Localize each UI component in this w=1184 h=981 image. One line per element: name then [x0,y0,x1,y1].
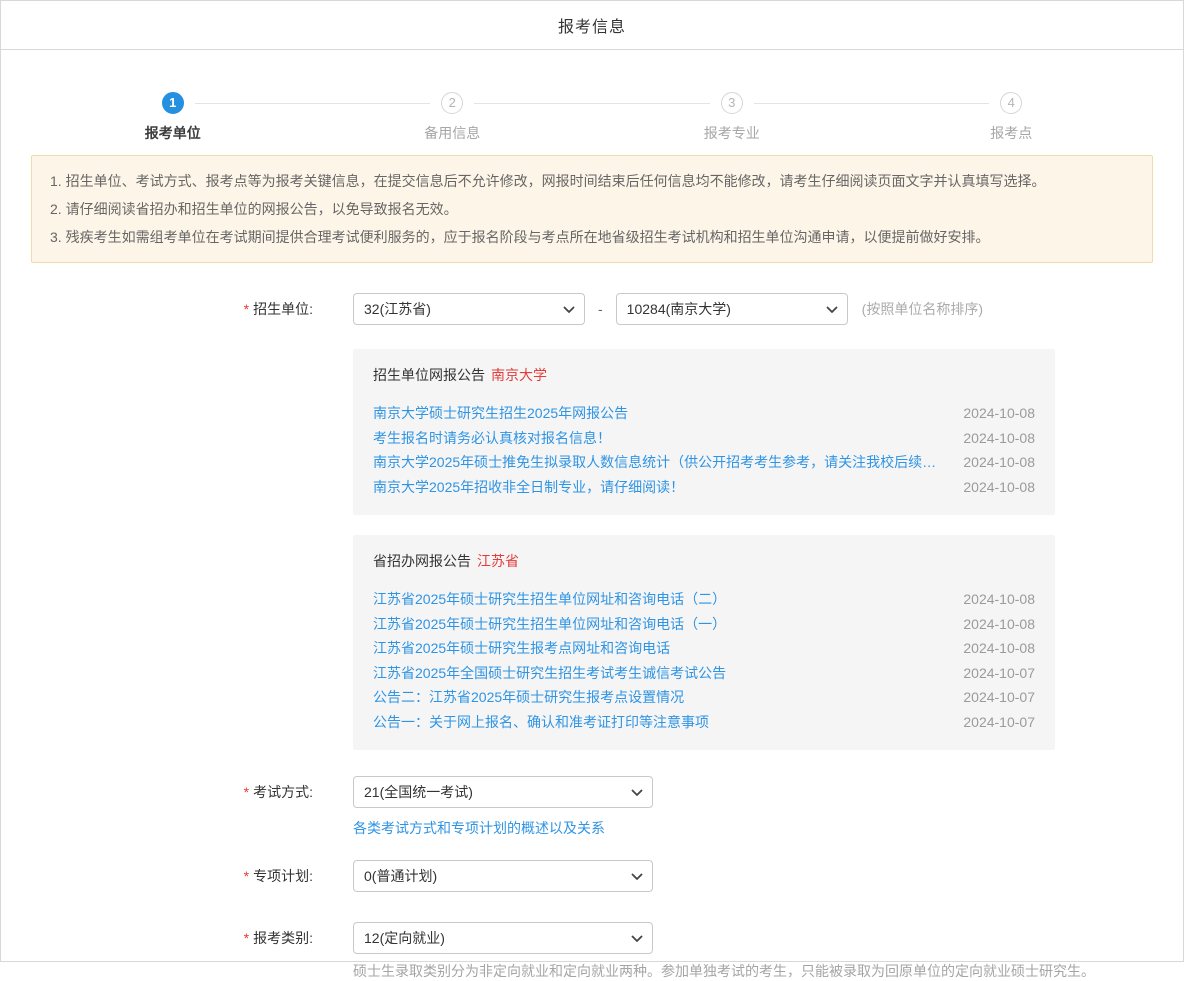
step-1-circle: 1 [162,92,184,114]
sort-order-hint: (按照单位名称排序) [862,299,983,319]
notice-date: 2024-10-08 [963,426,1035,451]
special-plan-select[interactable]: 0(普通计划) [353,860,653,892]
notice-date: 2024-10-08 [963,475,1035,500]
notice-date: 2024-10-08 [963,636,1035,661]
page-title: 报考信息 [558,13,626,37]
step-exam-site: 4 报考点 [872,92,1152,143]
special-plan-label: *专项计划: [1,866,313,886]
application-form: *招生单位: 32(江苏省) - 10284(南京大学) (按照单位名称排序) … [1,293,1183,981]
notice-date: 2024-10-08 [963,612,1035,637]
province-notice-panel: 省招办网报公告江苏省 江苏省2025年硕士研究生招生单位网址和咨询电话（二） 2… [353,535,1055,750]
notice-date: 2024-10-07 [963,685,1035,710]
category-hint-row: 硕士生录取类别分为非定向就业和定向就业两种。参加单独考试的考生，只能被录取为回原… [1,961,1183,981]
notice-row: 江苏省2025年硕士研究生报考点网址和咨询电话 2024-10-08 [373,636,1035,661]
province-notice-panel-row: 省招办网报公告江苏省 江苏省2025年硕士研究生招生单位网址和咨询电话（二） 2… [1,535,1183,750]
step-backup-info: 2 备用信息 [313,92,593,143]
notice-row: 南京大学硕士研究生招生2025年网报公告 2024-10-08 [373,401,1035,426]
application-category-select[interactable]: 12(定向就业) [353,922,653,954]
province-select[interactable]: 32(江苏省) [353,293,585,325]
step-2-label: 备用信息 [313,123,593,143]
application-category-label: *报考类别: [1,928,313,948]
unit-notice-panel-title: 招生单位网报公告南京大学 [373,365,1035,385]
special-plan-row: *专项计划: 0(普通计划) [1,860,1183,892]
notice-date: 2024-10-07 [963,710,1035,735]
category-hint: 硕士生录取类别分为非定向就业和定向就业两种。参加单独考试的考生，只能被录取为回原… [353,961,1095,981]
notice-date: 2024-10-08 [963,587,1035,612]
warning-line: 3. 残疾考生如需组考单位在考试期间提供合理考试便利服务的，应于报名阶段与考点所… [50,223,1134,251]
step-4-label: 报考点 [872,123,1152,143]
province-notice-panel-title: 省招办网报公告江苏省 [373,551,1035,571]
notice-link[interactable]: 公告一：关于网上报名、确认和准考证打印等注意事项 [373,710,943,735]
exam-mode-row: *考试方式: 21(全国统一考试) [1,776,1183,808]
required-asterisk: * [244,930,249,946]
step-2-circle: 2 [441,92,463,114]
notice-row: 公告一：关于网上报名、确认和准考证打印等注意事项 2024-10-07 [373,710,1035,735]
notice-row: 江苏省2025年硕士研究生招生单位网址和咨询电话（二） 2024-10-08 [373,587,1035,612]
notice-link[interactable]: 南京大学2025年招收非全日制专业，请仔细阅读！ [373,475,943,500]
exam-mode-help-row: 各类考试方式和专项计划的概述以及关系 [1,818,1183,838]
unit-notice-panel: 招生单位网报公告南京大学 南京大学硕士研究生招生2025年网报公告 2024-1… [353,349,1055,515]
step-3-circle: 3 [721,92,743,114]
notice-row: 公告二：江苏省2025年硕士研究生报考点设置情况 2024-10-07 [373,685,1035,710]
province-name-highlight: 江苏省 [477,553,519,569]
required-asterisk: * [244,868,249,884]
step-3-label: 报考专业 [592,123,872,143]
exam-mode-label: *考试方式: [1,782,313,802]
step-application-unit: 1 报考单位 [33,92,313,143]
notice-date: 2024-10-07 [963,661,1035,686]
step-application-major: 3 报考专业 [592,92,872,143]
step-1-label: 报考单位 [33,123,313,143]
notice-row: 考生报名时请务必认真核对报名信息！ 2024-10-08 [373,426,1035,451]
unit-notice-panel-row: 招生单位网报公告南京大学 南京大学硕士研究生招生2025年网报公告 2024-1… [1,349,1183,515]
notice-link[interactable]: 公告二：江苏省2025年硕士研究生报考点设置情况 [373,685,943,710]
notice-date: 2024-10-08 [963,401,1035,426]
notice-link[interactable]: 江苏省2025年硕士研究生招生单位网址和咨询电话（二） [373,587,943,612]
key-info-warning-box: 1. 招生单位、考试方式、报考点等为报考关键信息，在提交信息后不允许修改，网报时… [31,155,1153,263]
warning-line: 2. 请仔细阅读省招办和招生单位的网报公告，以免导致报名无效。 [50,195,1134,223]
exam-mode-help-link[interactable]: 各类考试方式和专项计划的概述以及关系 [353,818,605,838]
recruiting-unit-row: *招生单位: 32(江苏省) - 10284(南京大学) (按照单位名称排序) [1,293,1183,325]
recruiting-unit-label: *招生单位: [1,299,313,319]
notice-date: 2024-10-08 [963,450,1035,475]
exam-mode-select[interactable]: 21(全国统一考试) [353,776,653,808]
page-header: 报考信息 [1,1,1183,50]
notice-link[interactable]: 考生报名时请务必认真核对报名信息！ [373,426,943,451]
notice-link[interactable]: 江苏省2025年全国硕士研究生招生考试考生诚信考试公告 [373,661,943,686]
notice-link[interactable]: 南京大学硕士研究生招生2025年网报公告 [373,401,943,426]
notice-link[interactable]: 江苏省2025年硕士研究生招生单位网址和咨询电话（一） [373,612,943,637]
notice-row: 江苏省2025年硕士研究生招生单位网址和咨询电话（一） 2024-10-08 [373,612,1035,637]
unit-select[interactable]: 10284(南京大学) [616,293,848,325]
warning-line: 1. 招生单位、考试方式、报考点等为报考关键信息，在提交信息后不允许修改，网报时… [50,167,1134,195]
notice-row: 南京大学2025年硕士推免生拟录取人数信息统计（供公开招考考生参考，请关注我校后… [373,450,1035,475]
application-category-row: *报考类别: 12(定向就业) [1,922,1183,954]
progress-stepper: 1 报考单位 2 备用信息 3 报考专业 4 报考点 [33,92,1151,143]
unit-name-highlight: 南京大学 [491,367,547,383]
notice-link[interactable]: 江苏省2025年硕士研究生报考点网址和咨询电话 [373,636,943,661]
notice-link[interactable]: 南京大学2025年硕士推免生拟录取人数信息统计（供公开招考考生参考，请关注我校后… [373,450,943,475]
step-4-circle: 4 [1000,92,1022,114]
notice-row: 江苏省2025年全国硕士研究生招生考试考生诚信考试公告 2024-10-07 [373,661,1035,686]
required-asterisk: * [244,784,249,800]
required-asterisk: * [244,301,249,317]
notice-row: 南京大学2025年招收非全日制专业，请仔细阅读！ 2024-10-08 [373,475,1035,500]
select-separator: - [598,301,603,317]
